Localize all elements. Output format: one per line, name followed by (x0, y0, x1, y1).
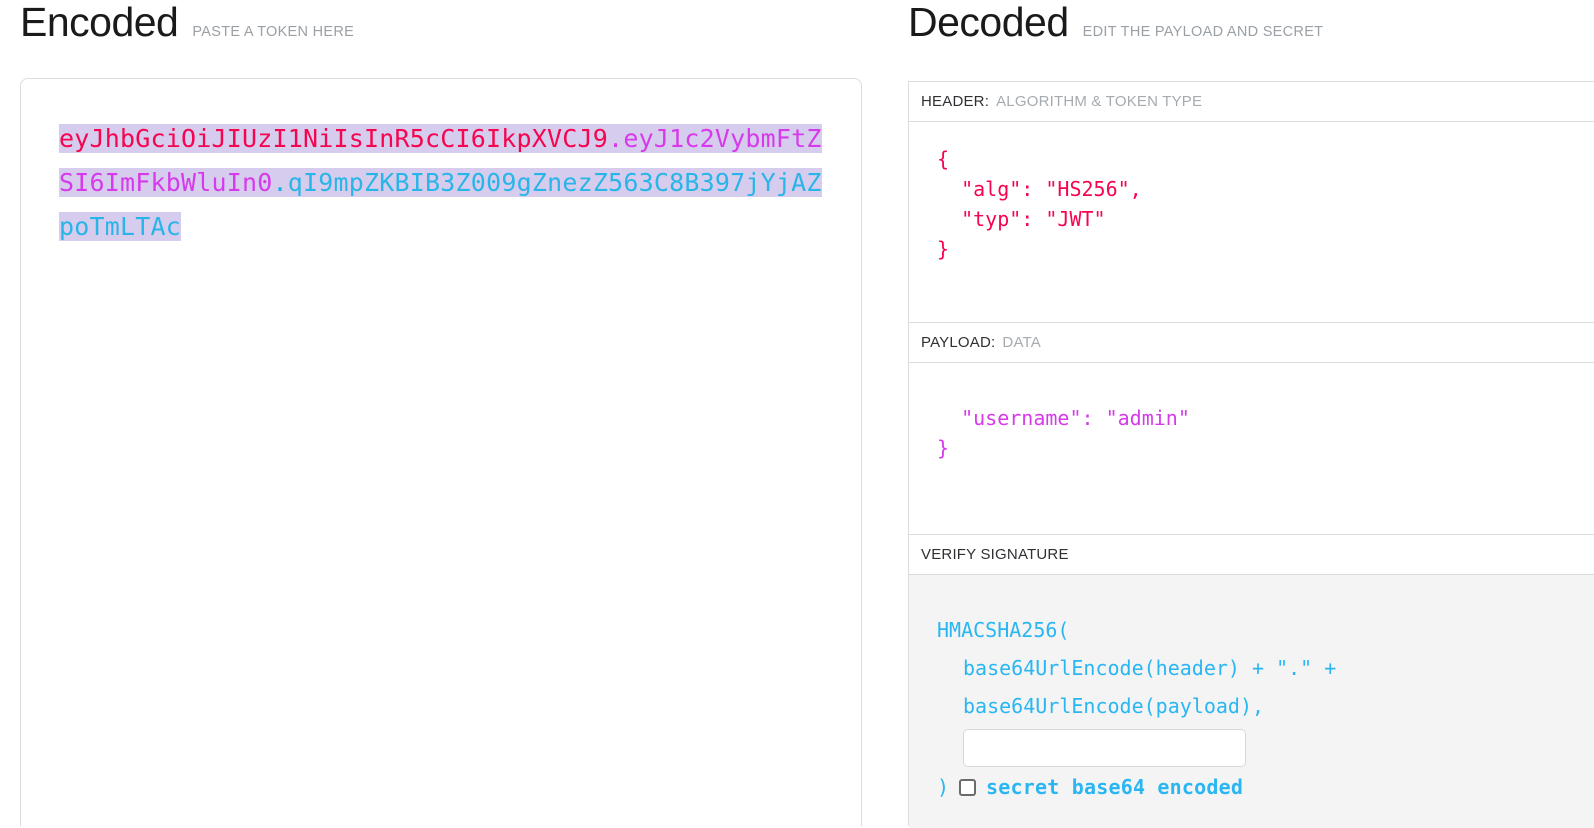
decoded-subtitle: EDIT THE PAYLOAD AND SECRET (1082, 24, 1324, 40)
signature-label-main: VERIFY SIGNATURE (921, 546, 1069, 563)
decoded-title: Decoded (908, 0, 1069, 45)
header-section-label: HEADER: ALGORITHM & TOKEN TYPE (909, 82, 1594, 122)
jwt-debugger-page: Encoded PASTE A TOKEN HERE Decoded EDIT … (0, 0, 1594, 828)
encoded-token-panel[interactable]: eyJhbGciOiJIUzI1NiIsInR5cCI6IkpXVCJ9.eyJ… (20, 78, 862, 826)
encoded-title: Encoded (20, 0, 179, 45)
header-label-sub: ALGORITHM & TOKEN TYPE (996, 93, 1203, 110)
encoded-column-heading: Encoded PASTE A TOKEN HERE (20, 2, 354, 43)
signature-line-payload-encode: base64UrlEncode(payload), (963, 694, 1265, 718)
payload-label-sub: DATA (1002, 334, 1041, 351)
encoded-token-text[interactable]: eyJhbGciOiJIUzI1NiIsInR5cCI6IkpXVCJ9.eyJ… (59, 117, 833, 249)
encoded-subtitle: PASTE A TOKEN HERE (192, 24, 355, 40)
base64-encoded-checkbox[interactable] (959, 778, 977, 796)
token-dot-separator-2: . (272, 168, 288, 197)
signature-line-hmac: HMACSHA256( (937, 618, 1070, 642)
token-header-segment: eyJhbGciOiJIUzI1NiIsInR5cCI6IkpXVCJ9 (59, 124, 609, 153)
header-label-main: HEADER: (921, 93, 990, 110)
secret-input[interactable] (963, 729, 1246, 767)
secret-options-row: ) secret base64 encoded (937, 773, 1594, 801)
token-dot-separator-1: . (608, 124, 624, 153)
signature-line-header-encode: base64UrlEncode(header) + "." + (963, 656, 1337, 680)
signature-verify-area: HMACSHA256( base64UrlEncode(header) + ".… (909, 575, 1594, 828)
payload-json-editor[interactable]: "username": "admin" } (909, 363, 1594, 535)
decoded-panel: HEADER: ALGORITHM & TOKEN TYPE { "alg": … (908, 81, 1594, 828)
payload-section-label: PAYLOAD: DATA (909, 323, 1594, 363)
decoded-column-heading: Decoded EDIT THE PAYLOAD AND SECRET (908, 2, 1323, 43)
payload-label-main: PAYLOAD: (921, 334, 996, 351)
signature-section-label: VERIFY SIGNATURE (909, 535, 1594, 575)
closing-paren: ) (937, 775, 950, 799)
base64-encoded-label: secret base64 encoded (986, 775, 1244, 799)
header-json-editor[interactable]: { "alg": "HS256", "typ": "JWT" } (909, 122, 1594, 323)
